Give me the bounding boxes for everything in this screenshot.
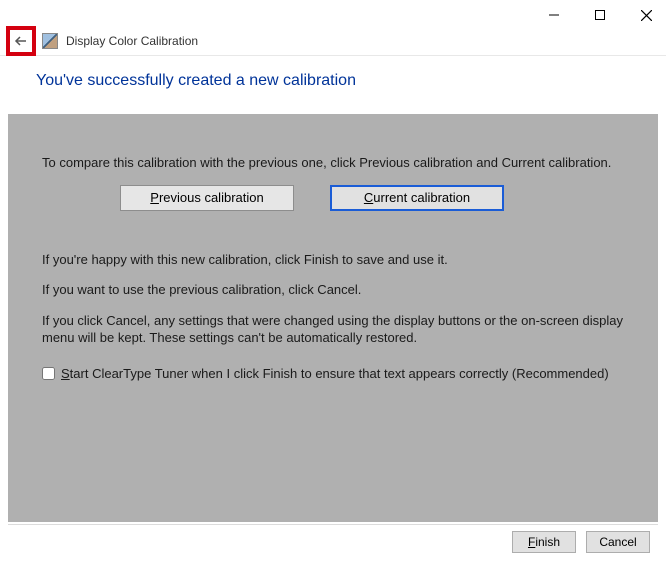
content-pane: To compare this calibration with the pre… [8,114,658,522]
compare-instruction-text: To compare this calibration with the pre… [42,154,624,172]
back-arrow-icon [14,34,28,48]
close-icon [641,10,652,21]
footer-bar: Finish Cancel [8,524,658,558]
page-heading: You've successfully created a new calibr… [0,56,666,104]
cancel-note-text: If you click Cancel, any settings that w… [42,312,624,347]
finish-instruction-text: If you're happy with this new calibratio… [42,251,624,269]
maximize-button[interactable] [586,1,614,29]
minimize-icon [549,10,559,20]
cleartype-checkbox-label[interactable]: Start ClearType Tuner when I click Finis… [61,365,609,383]
minimize-button[interactable] [540,1,568,29]
back-button[interactable] [6,26,36,56]
current-calibration-button[interactable]: Current calibration [330,185,504,211]
app-icon [42,33,58,49]
cleartype-checkbox-row: Start ClearType Tuner when I click Finis… [42,365,624,383]
previous-calibration-button[interactable]: Previous calibration [120,185,294,211]
close-button[interactable] [632,1,660,29]
use-previous-instruction-text: If you want to use the previous calibrat… [42,281,624,299]
finish-button[interactable]: Finish [512,531,576,553]
cleartype-checkbox[interactable] [42,367,55,380]
maximize-icon [595,10,605,20]
window-title: Display Color Calibration [66,34,198,48]
header-bar: Display Color Calibration [0,26,666,56]
cancel-button[interactable]: Cancel [586,531,650,553]
calibration-toggle-row: Previous calibration Current calibration [120,185,624,211]
